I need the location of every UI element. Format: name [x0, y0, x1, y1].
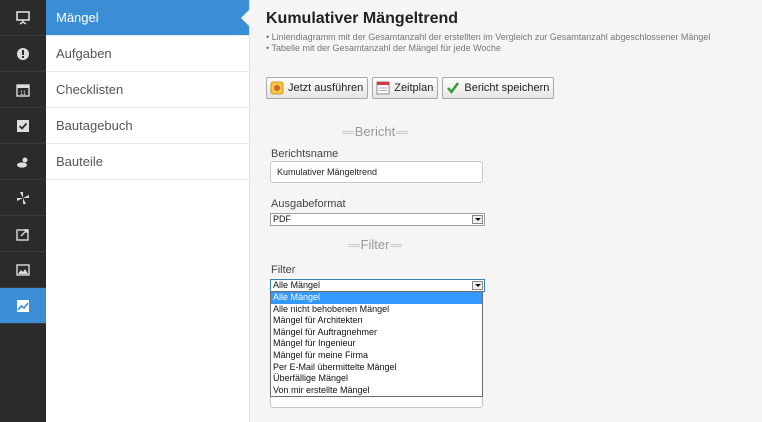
filter-dropdown-list: Alle Mängel Alle nicht behobenen Mängel … — [270, 291, 483, 398]
schedule-button[interactable]: Zeitplan — [372, 77, 439, 99]
report-toolbar: Jetzt ausführen Zeitplan Bericht speiche… — [266, 77, 555, 99]
section-title: Filter — [360, 237, 390, 252]
description-line: • Tabelle mit der Gesamtanzahl der Mänge… — [266, 43, 501, 53]
chart-trend-icon — [17, 299, 29, 312]
nav-item-aufgaben[interactable]: Aufgaben — [46, 36, 249, 72]
run-icon — [270, 81, 284, 95]
rail-item-pinwheel[interactable] — [0, 180, 46, 216]
dropdown-option[interactable]: Mängel für meine Firma — [271, 350, 482, 362]
weather-icon — [17, 157, 28, 168]
dropdown-option[interactable]: Mängel für Ingenieur — [271, 338, 482, 350]
rail-item-photos[interactable] — [0, 252, 46, 288]
rail-item-presentation[interactable] — [0, 0, 46, 36]
divider — [341, 131, 354, 135]
presentation-icon — [16, 10, 30, 25]
run-now-label: Jetzt ausführen — [288, 82, 364, 94]
rail-item-calendar[interactable]: 11 — [0, 72, 46, 108]
filter-select-value: Alle Mängel — [273, 280, 321, 290]
divider — [396, 131, 409, 135]
nav-item-bautagebuch[interactable]: Bautagebuch — [46, 108, 249, 144]
report-panel: Kumulativer Mängeltrend • Liniendiagramm… — [250, 0, 762, 422]
alert-circle-icon — [17, 47, 29, 60]
svg-text:11: 11 — [20, 91, 27, 97]
export-icon — [16, 228, 29, 241]
save-report-label: Bericht speichern — [464, 82, 550, 94]
rail-item-weather[interactable] — [0, 144, 46, 180]
dropdown-option[interactable]: Mängel für Auftragnehmer — [271, 327, 482, 339]
icon-rail: 11 — [0, 0, 46, 422]
schedule-label: Zeitplan — [394, 82, 434, 94]
dropdown-option[interactable]: Per E-Mail übermittelte Mängel — [271, 362, 482, 374]
output-format-value: PDF — [273, 214, 291, 224]
nav-item-maengel[interactable]: Mängel — [46, 0, 250, 36]
run-now-button[interactable]: Jetzt ausführen — [266, 77, 369, 99]
page-title: Kumulativer Mängeltrend — [266, 10, 459, 27]
nav-item-bauteile[interactable]: Bauteile — [46, 144, 249, 180]
rail-item-alerts[interactable] — [0, 36, 46, 72]
dropdown-option[interactable]: Alle Mängel — [271, 292, 482, 304]
filter-label: Filter — [271, 264, 296, 276]
nav-item-checklisten[interactable]: Checklisten — [46, 72, 249, 108]
pinwheel-icon — [17, 191, 29, 204]
dropdown-option[interactable]: Überfällige Mängel — [271, 373, 482, 385]
output-format-label: Ausgabeformat — [271, 198, 346, 210]
report-name-input[interactable]: Kumulativer Mängeltrend — [270, 161, 483, 183]
section-heading-filter: Filter — [270, 237, 480, 252]
report-nav: Mängel Aufgaben Checklisten Bautagebuch … — [46, 0, 250, 422]
report-description: • Liniendiagramm mit der Gesamtanzahl de… — [266, 32, 760, 54]
section-heading-report: Bericht — [270, 124, 480, 139]
description-line: • Liniendiagramm mit der Gesamtanzahl de… — [266, 32, 711, 42]
image-icon — [16, 263, 30, 276]
chevron-down-icon[interactable] — [472, 215, 483, 224]
divider — [347, 244, 360, 248]
chevron-down-icon[interactable] — [472, 281, 483, 290]
report-name-label: Berichtsname — [271, 148, 339, 160]
dropdown-option[interactable]: Mängel für Architekten — [271, 315, 482, 327]
section-title: Bericht — [354, 124, 396, 139]
rail-item-export[interactable] — [0, 216, 46, 252]
output-format-select[interactable]: PDF — [270, 213, 485, 226]
checkbox-icon — [17, 119, 29, 132]
dropdown-option[interactable]: Alle nicht behobenen Mängel — [271, 304, 482, 316]
save-report-button[interactable]: Bericht speichern — [442, 77, 555, 99]
divider — [390, 244, 403, 248]
rail-item-checklists[interactable] — [0, 108, 46, 144]
rail-item-reports[interactable] — [0, 288, 46, 324]
checkmark-icon — [446, 81, 460, 95]
calendar-schedule-icon — [376, 81, 390, 95]
calendar-icon: 11 — [16, 83, 30, 97]
dropdown-option[interactable]: Von mir erstellte Mängel — [271, 385, 482, 397]
